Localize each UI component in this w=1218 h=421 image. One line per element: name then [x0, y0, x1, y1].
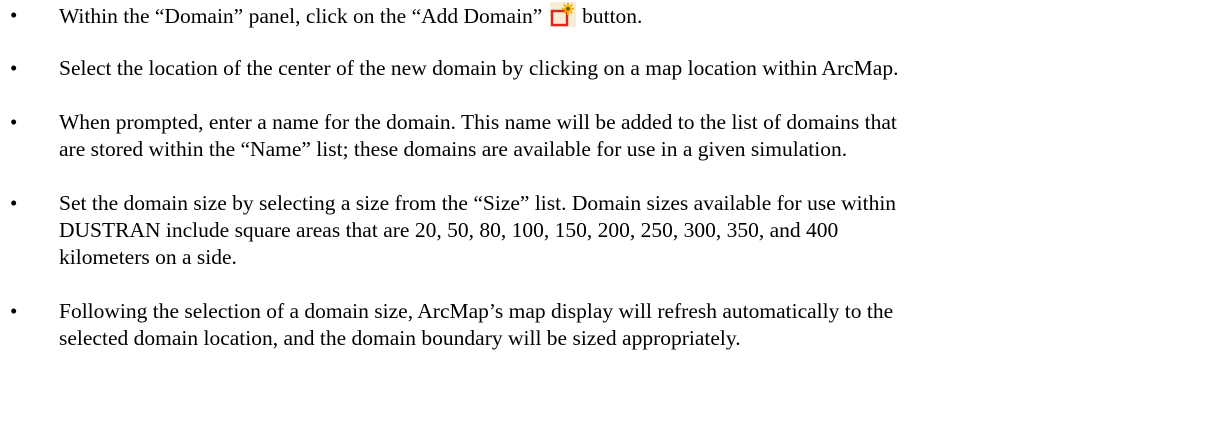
bullet-dot: •	[10, 3, 18, 27]
list-item-text: When prompted, enter a name for the doma…	[59, 109, 1209, 163]
list-item-text: Within the “Domain” panel, click on the …	[59, 2, 1209, 30]
list-item-text: Select the location of the center of the…	[59, 55, 1209, 82]
bullet-dot: •	[10, 56, 18, 80]
bullet-dot: •	[10, 191, 18, 215]
list-item-text: Set the domain size by selecting a size …	[59, 190, 1209, 271]
list-item-text-segment: button.	[576, 4, 643, 28]
bullet-dot: •	[10, 299, 18, 323]
list-item-line: Set the domain size by selecting a size …	[59, 191, 897, 215]
list-item-line: selected domain location, and the domain…	[59, 326, 741, 350]
list-item-line: Following the selection of a domain size…	[59, 299, 894, 323]
bullet-dot: •	[10, 110, 18, 134]
list-item-line: When prompted, enter a name for the doma…	[59, 110, 897, 134]
list-item-line: are stored within the “Name” list; these…	[59, 137, 848, 161]
list-item-line: DUSTRAN include square areas that are 20…	[59, 218, 839, 242]
list-item-line: kilometers on a side.	[59, 245, 237, 269]
list-item-text: Following the selection of a domain size…	[59, 298, 1209, 352]
list-item-line: Select the location of the center of the…	[59, 56, 899, 80]
list-item-text-segment: Within the “Domain” panel, click on the …	[59, 4, 548, 28]
add-domain-icon	[549, 2, 576, 27]
